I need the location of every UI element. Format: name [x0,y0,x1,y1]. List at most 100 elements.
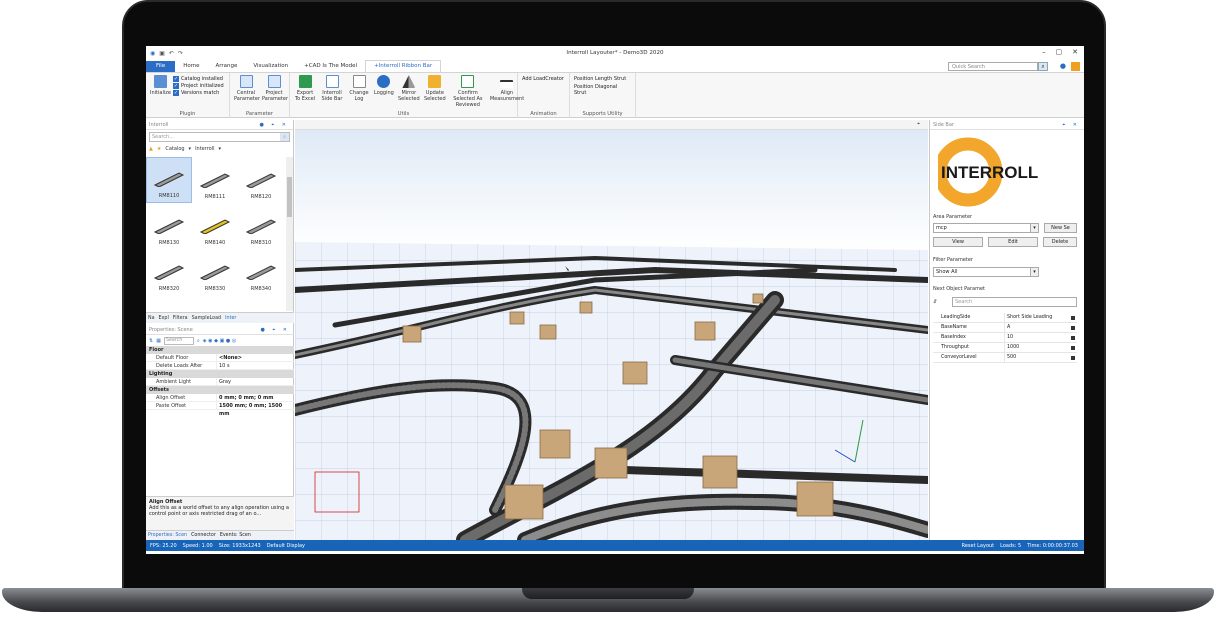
3d-viewport[interactable]: ⌖ [295,120,928,540]
update-selected-button[interactable]: Update Selected [422,75,448,102]
measure-icon [500,80,514,88]
initialize-button[interactable]: Initialize [148,75,173,96]
parameter-row[interactable]: LeadingSide Short Side Leading [933,313,1077,323]
catalog-item[interactable]: RM8310 [238,203,284,249]
chevron-down-icon[interactable]: ▾ [189,146,192,152]
property-row[interactable]: Paste Offset 1500 mm; 0 mm; 1500 mm [146,402,294,417]
category-icon[interactable]: ▦ [156,338,161,344]
side-bar-search-input[interactable]: Search [952,297,1077,307]
position-length-strut-button[interactable]: Position Length Strut [574,76,631,82]
confirm-selected-button[interactable]: Confirm Selected As Reviewed [448,75,488,108]
size-readout[interactable]: Size: 1933x1243 [219,543,261,549]
add-loadcreator-button[interactable]: Add LoadCreator [522,76,564,82]
view-button[interactable]: View [933,237,983,247]
tab-home[interactable]: Home [175,61,207,72]
side-bar-header: Side Bar ⌖ ✕ [930,120,1084,130]
chevron-down-icon[interactable]: ▾ [219,146,222,152]
filter-parameter-select[interactable]: Show All [933,267,1039,277]
catalog-item[interactable]: RM8110 [146,157,192,203]
export-to-excel-button[interactable]: Export To Excel [292,75,318,102]
group-label: Supports Utility [582,111,623,117]
reset-layout-button[interactable]: Reset Layout [962,543,995,549]
group-utils: Export To Excel Interroll Side Bar Chang… [290,73,524,118]
parameter-row[interactable]: BaseName A [933,323,1077,333]
new-set-button[interactable]: New Se [1044,223,1077,233]
excel-icon [298,75,312,88]
catalog-scrollbar[interactable] [286,157,293,311]
position-diagonal-strut-button[interactable]: Position Diagonal Strut [574,84,631,96]
search-icon[interactable]: ⌕ [1038,62,1048,71]
catalog-item[interactable]: RM8340 [238,249,284,295]
star-icon[interactable]: ★ [157,146,161,152]
change-log-button[interactable]: Change Log [346,75,372,102]
pin-icon[interactable]: ⌖ [917,121,920,127]
tab-arrange[interactable]: Arrange [207,61,245,72]
tab-filtera[interactable]: Filtera [173,316,188,321]
property-description: Align Offset Add this as a world offset … [146,496,294,530]
interroll-side-bar-button[interactable]: Interroll Side Bar [318,75,346,102]
property-row[interactable]: Ambient Light Gray [146,378,294,386]
delete-button[interactable]: Delete [1043,237,1077,247]
tab-file[interactable]: File [146,61,176,72]
breadcrumb-interroll[interactable]: Interroll [195,146,214,152]
speed-readout[interactable]: Speed: 1.00 [183,543,213,549]
logging-button[interactable]: Logging [372,75,396,96]
catalog-item[interactable]: RM8320 [146,249,192,295]
pin-icon[interactable]: ● ⌖ ✕ [260,327,290,333]
catalog-item[interactable]: RM8130 [146,203,192,249]
catalog-installed-check[interactable]: ✓ Catalog installed [172,76,224,82]
maximize-button[interactable]: ▢ [1056,48,1063,56]
sort-icon[interactable]: ⇵ [933,299,937,305]
tab-sampleload[interactable]: SampleLoad [192,316,222,321]
catalog-item[interactable]: RM8111 [192,157,238,203]
pin-icon[interactable]: ● ⌖ ✕ [259,122,289,128]
tab-cad-is-the-model[interactable]: +CAD Is The Model [296,61,365,72]
project-initialized-check[interactable]: ✓ Project initialized [172,83,224,89]
user-icon[interactable] [1071,62,1080,71]
catalog-item[interactable]: RM8140 [192,203,238,249]
search-icon[interactable]: ⌕ [197,338,200,344]
parameter-row[interactable]: Throughput 1000 [933,343,1077,353]
tab-na[interactable]: Na [148,316,155,321]
tab-interroll-ribbon-bar[interactable]: +Interroll Ribbon Bar [365,60,442,72]
pin-icon[interactable]: ⌖ ✕ [1062,122,1080,128]
sort-icon[interactable]: ⇅ [149,338,153,344]
display-selector[interactable]: Default Display [267,543,305,549]
close-button[interactable]: ✕ [1072,48,1078,56]
parameter-row[interactable]: BaseIndex 10 [933,333,1077,343]
chevron-down-icon[interactable]: ▾ [1030,267,1039,277]
minimize-button[interactable]: – [1042,48,1046,56]
tab-inter[interactable]: Inter [225,316,236,321]
breadcrumb-catalog[interactable]: Catalog [165,146,184,152]
tab-properties-scene[interactable]: Properties: Scen [148,533,187,538]
help-icon[interactable]: ● [1060,62,1066,70]
search-icon[interactable]: ⌕ [280,133,289,141]
project-parameter-button[interactable]: Project Parameter [260,75,288,102]
versions-match-check[interactable]: ✓ Versions match [172,90,224,96]
tab-visualization[interactable]: Visualization [245,61,296,72]
property-row[interactable]: Delete Loads After 10 s [146,362,294,370]
quick-search-input[interactable]: Quick Search [948,62,1038,71]
tool-icon[interactable]: ◈ ◉ ◆ ▣ ● ◎ [203,338,236,344]
property-category[interactable]: Lighting [146,370,294,378]
area-parameter-select[interactable]: mcp [933,223,1039,233]
mirror-selected-button[interactable]: Mirror Selected [396,75,422,102]
property-category[interactable]: Floor [146,346,294,354]
tab-events-scene[interactable]: Events: Scen [220,533,251,538]
chevron-down-icon[interactable]: ▾ [1030,223,1039,233]
properties-search-input[interactable]: Search [163,336,194,345]
catalog-item[interactable]: RM8120 [238,157,284,203]
property-row[interactable]: Align Offset 0 mm; 0 mm; 0 mm [146,394,294,402]
title-bar: ◉ ▣ ↶ ↷ Interroll Layouter* - Demo3D 202… [146,46,1084,60]
edit-button[interactable]: Edit [988,237,1038,247]
home-icon[interactable]: ▲ [149,146,153,152]
tab-expl[interactable]: Expl [159,316,169,321]
catalog-search-input[interactable]: Search... ⌕ [149,132,290,142]
catalog-item[interactable]: RM8330 [192,249,238,295]
property-row[interactable]: Default Floor <None> [146,354,294,362]
central-parameter-button[interactable]: Central Parameter [232,75,260,102]
property-category[interactable]: Offsets [146,386,294,394]
tab-connector[interactable]: Connector [191,533,216,538]
conveyor-thumbnail-icon [199,173,231,188]
parameter-row[interactable]: ConveyorLevel 500 [933,353,1077,363]
